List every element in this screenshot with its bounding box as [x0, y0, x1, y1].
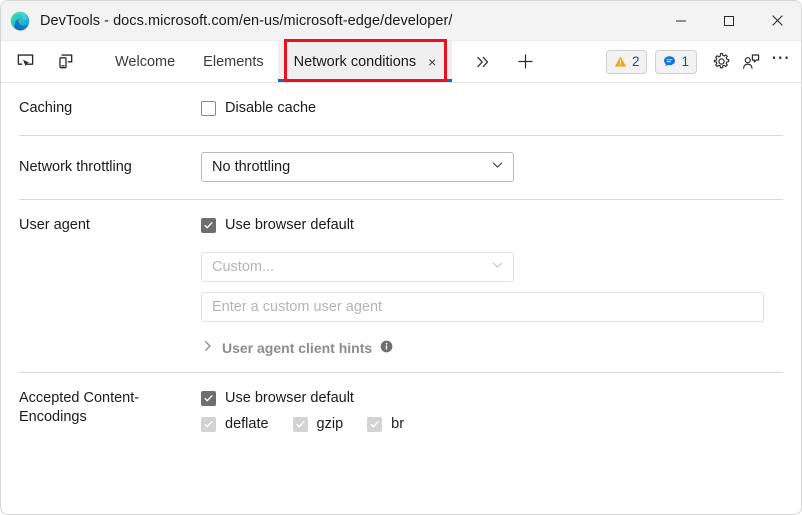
chevron-down-icon [491, 259, 504, 276]
encoding-option-gzip[interactable]: gzip [292, 415, 344, 434]
settings-button[interactable] [707, 48, 735, 76]
warnings-count: 2 [631, 54, 640, 69]
devtools-tab-strip: Welcome Elements Network conditions × 2 … [1, 41, 801, 83]
throttling-row: Network throttling No throttling [1, 136, 801, 199]
edge-logo-icon [10, 11, 30, 31]
window-title: DevTools - docs.microsoft.com/en-us/micr… [40, 12, 453, 29]
gear-icon [713, 52, 729, 69]
disable-cache-checkbox[interactable] [201, 101, 216, 116]
minimize-button[interactable] [657, 1, 705, 40]
devtools-window: DevTools - docs.microsoft.com/en-us/micr… [0, 0, 802, 515]
encoding-deflate-label: deflate [225, 416, 269, 432]
throttling-label: Network throttling [19, 158, 132, 175]
encoding-option-deflate[interactable]: deflate [201, 415, 269, 434]
more-options-icon: ⋯ [770, 48, 792, 69]
user-agent-row: User agent Use browser default Custom... [1, 200, 801, 372]
tab-elements[interactable]: Elements [189, 41, 277, 82]
tab-label: Welcome [115, 53, 176, 70]
tab-label: Elements [203, 53, 264, 70]
chevron-double-right-icon [477, 56, 489, 67]
tab-label: Network conditions [293, 53, 417, 70]
inspect-element-button[interactable] [11, 48, 39, 76]
more-options-button[interactable]: ⋯ [767, 48, 795, 76]
feedback-button[interactable] [737, 48, 765, 76]
caching-control: Disable cache [201, 99, 783, 118]
encodings-control: Use browser default deflate gzip br [201, 389, 783, 434]
close-button[interactable] [753, 1, 801, 40]
disable-cache-label: Disable cache [225, 100, 317, 116]
check-icon [204, 222, 213, 229]
encoding-option-br[interactable]: br [367, 415, 404, 434]
ua-custom-select-value: Custom... [212, 259, 275, 275]
feedback-icon [743, 53, 760, 69]
encoding-br-label: br [391, 416, 405, 432]
throttling-value: No throttling [212, 159, 291, 175]
close-icon [771, 15, 783, 26]
tab-close-icon[interactable]: × [428, 55, 436, 69]
encoding-gzip-label: gzip [316, 416, 344, 432]
encodings-use-browser-default-checkbox[interactable] [201, 391, 216, 406]
ua-custom-input[interactable] [201, 292, 764, 322]
check-icon [204, 421, 213, 428]
disable-cache-option[interactable]: Disable cache [201, 99, 783, 118]
encodings-label: Accepted Content-Encodings [19, 390, 140, 425]
ua-use-browser-default-option[interactable]: Use browser default [201, 216, 783, 235]
ua-use-browser-default-checkbox[interactable] [201, 218, 216, 233]
device-emulation-icon [58, 54, 72, 69]
device-emulation-button[interactable] [51, 48, 79, 76]
info-icon[interactable] [380, 340, 393, 356]
more-tabs-button[interactable] [468, 48, 498, 76]
message-bubble-icon [664, 56, 676, 67]
plus-icon [518, 54, 533, 69]
encodings-options: deflate gzip br [201, 415, 783, 434]
tabstrip-right-tools: 2 1 ⋯ [605, 41, 795, 82]
check-icon [370, 421, 379, 428]
user-agent-control: Use browser default Custom... Enter a cu… [201, 216, 783, 356]
user-agent-label: User agent [19, 217, 90, 233]
caching-label: Caching [19, 100, 73, 116]
network-conditions-panel: Caching Disable cache Network throttling… [1, 83, 801, 514]
chevron-down-icon [491, 159, 504, 176]
user-agent-client-hints-toggle[interactable]: User agent client hints [201, 339, 783, 356]
messages-count: 1 [681, 54, 689, 69]
caching-row: Caching Disable cache [1, 83, 801, 135]
check-icon [296, 421, 305, 428]
encoding-deflate-checkbox[interactable] [201, 417, 216, 432]
title-bar: DevTools - docs.microsoft.com/en-us/micr… [1, 1, 801, 41]
ua-custom-select[interactable]: Custom... [201, 252, 514, 282]
encoding-gzip-checkbox[interactable] [292, 417, 308, 432]
messages-badge[interactable]: 1 [655, 49, 697, 74]
tab-network-conditions[interactable]: Network conditions × [277, 41, 453, 82]
encodings-use-browser-default-option[interactable]: Use browser default [201, 389, 783, 408]
inspect-element-icon [17, 54, 33, 67]
add-tool-button[interactable] [510, 48, 540, 76]
check-icon [204, 395, 213, 402]
tab-list: Welcome Elements Network conditions × [101, 41, 453, 82]
ua-use-browser-default-label: Use browser default [225, 217, 354, 233]
window-controls [657, 1, 801, 40]
encodings-use-browser-default-label: Use browser default [225, 390, 354, 406]
warning-triangle-icon [614, 56, 627, 67]
throttling-control: No throttling [201, 152, 783, 182]
throttling-select[interactable]: No throttling [201, 152, 514, 182]
minimize-icon [676, 20, 686, 21]
maximize-button[interactable] [705, 1, 753, 40]
tab-welcome[interactable]: Welcome [101, 41, 189, 82]
encoding-br-checkbox[interactable] [367, 417, 383, 432]
maximize-icon [724, 15, 734, 26]
chevron-right-icon [201, 339, 214, 356]
warnings-badge[interactable]: 2 [605, 49, 648, 74]
user-agent-client-hints-label: User agent client hints [222, 339, 373, 356]
encodings-row: Accepted Content-Encodings Use browser d… [1, 373, 801, 450]
